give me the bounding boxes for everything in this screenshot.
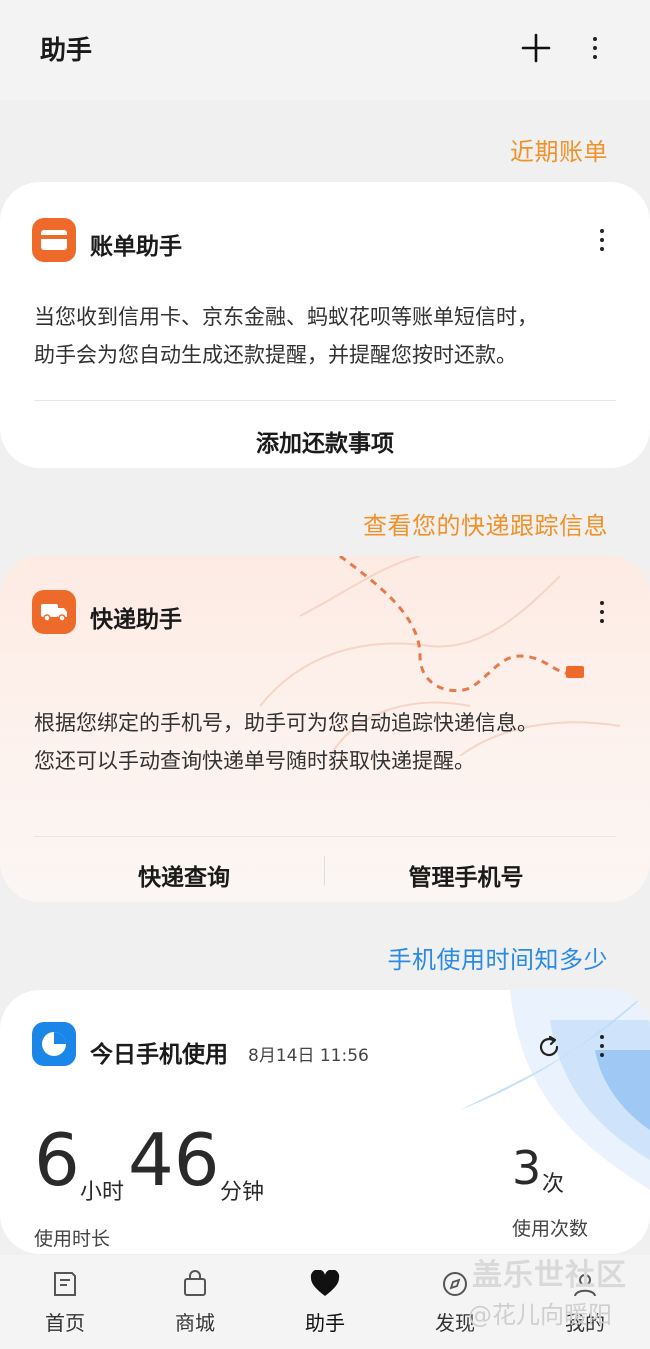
add-repayment-button[interactable]: 添加还款事项 — [0, 424, 650, 458]
bill-assistant-card: 账单助手 当您收到信用卡、京东金融、蚂蚁花呗等账单短信时， 助手会为您自动生成还… — [0, 182, 650, 468]
usage-info-link[interactable]: 手机使用时间知多少 — [388, 940, 609, 975]
divider — [34, 400, 616, 401]
phone-usage-card: 今日手机使用 8月14日 11:56 6 小时 46 分钟 使用时长 3 次 使… — [0, 990, 650, 1254]
usage-count-label: 使用次数 — [512, 1218, 589, 1240]
recent-bills-link[interactable]: 近期账单 — [510, 132, 608, 167]
bill-description: 当您收到信用卡、京东金融、蚂蚁花呗等账单短信时， 助手会为您自动生成还款提醒，并… — [34, 298, 620, 374]
nav-item-home[interactable]: 首页 — [25, 1267, 105, 1336]
more-options-icon[interactable] — [584, 592, 620, 632]
home-icon — [25, 1267, 105, 1301]
description-line: 您还可以手动查询快递单号随时获取快递提醒。 — [34, 749, 475, 773]
nav-label: 首页 — [45, 1311, 85, 1335]
truck-icon — [32, 590, 76, 634]
express-assistant-title: 快递助手 — [90, 607, 182, 633]
more-options-icon[interactable] — [575, 26, 615, 70]
nav-label: 助手 — [305, 1311, 345, 1335]
more-options-icon[interactable] — [584, 1026, 620, 1066]
nav-item-mall[interactable]: 商城 — [155, 1267, 235, 1336]
express-assistant-card: 快递助手 根据您绑定的手机号，助手可为您自动追踪快递信息。 您还可以手动查询快递… — [0, 556, 650, 902]
card-icon — [32, 218, 76, 262]
refresh-icon[interactable] — [532, 1030, 566, 1064]
shopping-bag-icon — [155, 1267, 235, 1301]
usage-minutes-value: 46 — [128, 1118, 220, 1202]
heart-icon — [285, 1267, 365, 1301]
watermark-author: @花儿向暖阳 — [468, 1301, 612, 1329]
usage-count-unit: 次 — [542, 1172, 565, 1197]
more-options-icon[interactable] — [584, 220, 620, 260]
usage-hours-value: 6 — [34, 1118, 80, 1202]
watermark-community: 盖乐世社区 — [472, 1258, 627, 1293]
pie-chart-icon — [32, 1022, 76, 1066]
description-line: 助手会为您自动生成还款提醒，并提醒您按时还款。 — [34, 343, 517, 367]
add-icon[interactable] — [516, 26, 556, 70]
manage-phone-button[interactable]: 管理手机号 — [316, 858, 616, 892]
usage-minutes-unit: 分钟 — [220, 1180, 265, 1205]
usage-hours-unit: 小时 — [80, 1180, 125, 1205]
nav-label: 商城 — [175, 1311, 215, 1335]
usage-title: 今日手机使用 — [90, 1042, 228, 1068]
nav-item-assistant[interactable]: 助手 — [285, 1267, 365, 1336]
usage-count-value: 3 — [512, 1141, 542, 1195]
bill-assistant-title: 账单助手 — [90, 234, 182, 260]
usage-duration-label: 使用时长 — [34, 1228, 111, 1250]
description-line: 根据您绑定的手机号，助手可为您自动追踪快递信息。 — [34, 711, 538, 735]
express-description: 根据您绑定的手机号，助手可为您自动追踪快递信息。 您还可以手动查询快递单号随时获… — [34, 704, 620, 780]
top-app-bar: 助手 — [0, 0, 650, 100]
express-tracking-link[interactable]: 查看您的快递跟踪信息 — [363, 506, 608, 541]
express-query-button[interactable]: 快递查询 — [34, 858, 334, 892]
usage-timestamp: 8月14日 11:56 — [248, 1046, 369, 1066]
page-title: 助手 — [40, 36, 93, 66]
divider — [34, 836, 616, 837]
description-line: 当您收到信用卡、京东金融、蚂蚁花呗等账单短信时， — [34, 305, 538, 329]
